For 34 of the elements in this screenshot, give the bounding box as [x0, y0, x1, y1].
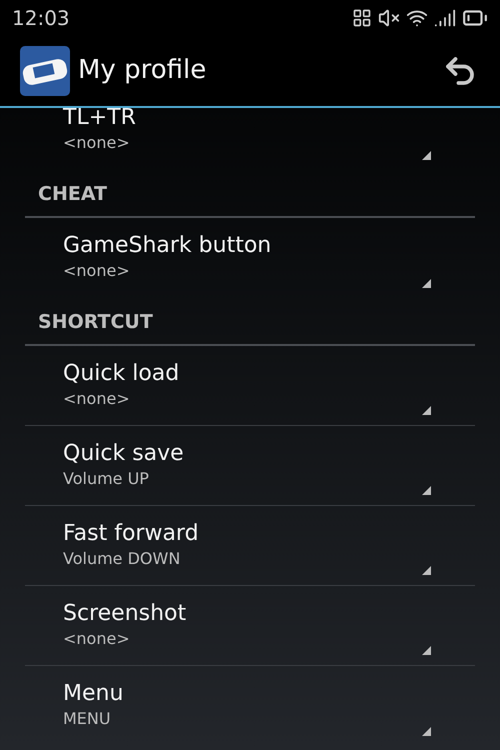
preference-item[interactable]: GameShark button <none> [25, 218, 475, 298]
preference-title: Screenshot [63, 600, 188, 628]
preference-title: Quick save [63, 440, 185, 468]
dropdown-arrow-icon [422, 727, 431, 736]
preference-item[interactable]: Quick load <none> [25, 346, 475, 426]
dropdown-arrow-icon [422, 486, 431, 495]
dropdown-arrow-icon [422, 151, 431, 160]
preference-summary: <none> [63, 132, 131, 154]
preference-item[interactable]: Fast forward Volume DOWN [25, 506, 475, 586]
preference-summary: Volume UP [63, 468, 150, 490]
preference-summary: MENU [63, 708, 112, 730]
dropdown-arrow-icon [422, 646, 431, 655]
preference-summary: Volume DOWN [63, 548, 182, 570]
preference-item[interactable]: Quick save Volume UP [25, 426, 475, 506]
preference-summary: <none> [63, 628, 131, 650]
preference-summary: <none> [63, 388, 131, 410]
preference-summary: <none> [63, 260, 131, 282]
preference-title: Fast forward [63, 520, 200, 548]
section-header: SHORTCUT [38, 310, 153, 334]
preference-title: TL+TR [63, 108, 137, 132]
preference-item[interactable]: Menu MENU [25, 666, 475, 746]
window-title: My profile [78, 54, 206, 87]
dropdown-arrow-icon [422, 279, 431, 288]
preference-title: GameShark button [63, 232, 272, 260]
preference-item[interactable]: Screenshot <none> [25, 586, 475, 666]
preference-title: Menu [63, 680, 124, 708]
status-time: 12:03 [12, 4, 70, 32]
grid-icon [352, 8, 372, 28]
section-header: CHEAT [38, 182, 108, 206]
preference-item[interactable]: TL+TR <none> [25, 108, 475, 170]
preference-title: Quick load [63, 360, 180, 388]
dropdown-arrow-icon [422, 566, 431, 575]
dropdown-arrow-icon [422, 406, 431, 415]
app-icon [20, 46, 70, 96]
